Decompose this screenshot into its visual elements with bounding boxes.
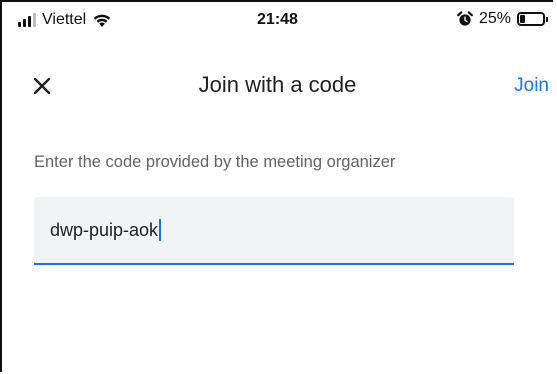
app-screen: Viettel 21:48 25% Join with a code Join … bbox=[0, 0, 553, 372]
join-button[interactable]: Join bbox=[514, 75, 549, 97]
status-bar: Viettel 21:48 25% bbox=[2, 2, 553, 36]
close-button[interactable] bbox=[30, 74, 54, 98]
battery-icon bbox=[517, 12, 548, 26]
battery-fill bbox=[520, 15, 525, 23]
instruction-text: Enter the code provided by the meeting o… bbox=[34, 153, 396, 171]
status-left: Viettel bbox=[18, 11, 112, 29]
battery-nub bbox=[546, 17, 548, 22]
signal-icon bbox=[18, 13, 36, 27]
carrier-name: Viettel bbox=[42, 11, 87, 28]
alarm-icon bbox=[457, 11, 473, 26]
meeting-code-field[interactable] bbox=[34, 197, 514, 265]
battery-percent: 25% bbox=[478, 10, 511, 27]
status-right: 25% bbox=[457, 10, 548, 28]
page-title: Join with a code bbox=[198, 72, 357, 97]
close-icon bbox=[33, 77, 51, 95]
app-header: Join with a code Join bbox=[2, 52, 553, 120]
meeting-code-input[interactable] bbox=[50, 215, 490, 245]
text-caret bbox=[159, 219, 161, 241]
wifi-icon bbox=[93, 14, 111, 27]
